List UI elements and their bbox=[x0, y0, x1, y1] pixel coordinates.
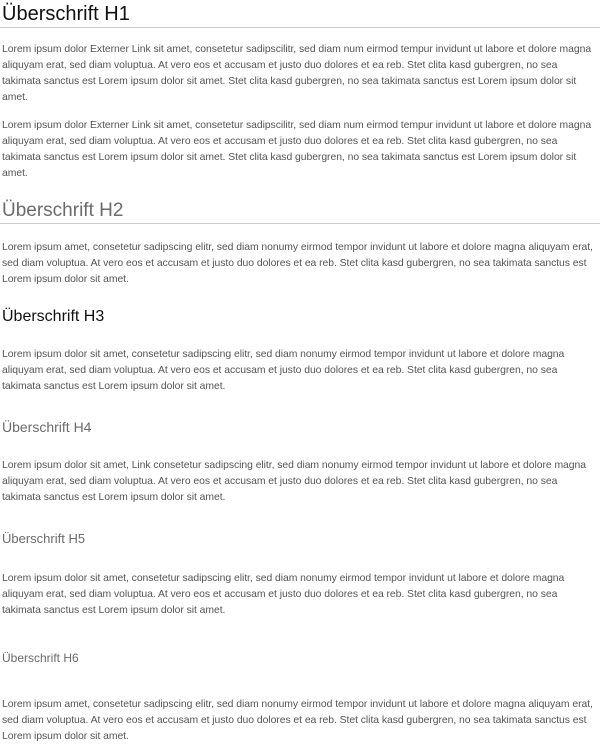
paragraph-7: Lorem ipsum amet, consetetur sadipscing … bbox=[2, 699, 593, 742]
paragraph-6: Lorem ipsum dolor sit amet, consetetur s… bbox=[2, 573, 565, 616]
paragraph-3: Lorem ipsum amet, consetetur sadipscing … bbox=[2, 242, 593, 285]
paragraph-1-text-before: Lorem ipsum dolor bbox=[2, 44, 91, 55]
heading-h5: Überschrift H5 bbox=[2, 531, 86, 546]
heading-h3: Überschrift H3 bbox=[2, 308, 105, 325]
paragraph-2-text-before: Lorem ipsum dolor bbox=[2, 120, 91, 131]
heading-h1: Überschrift H1 bbox=[0, 2, 600, 28]
external-link[interactable]: Externer Link bbox=[90, 120, 151, 131]
inline-link[interactable]: Link bbox=[132, 460, 151, 471]
paragraph-1: Lorem ipsum dolor Externer Link sit amet… bbox=[0, 42, 598, 106]
paragraph-5: Lorem ipsum dolor sit amet, Link consete… bbox=[0, 458, 598, 506]
external-link[interactable]: Externer Link bbox=[90, 44, 151, 55]
paragraph-2: Lorem ipsum dolor Externer Link sit amet… bbox=[0, 118, 598, 182]
paragraph-5-text-before: Lorem ipsum dolor sit amet, bbox=[2, 460, 132, 471]
heading-h2: Überschrift H2 bbox=[0, 199, 600, 224]
paragraph-4: Lorem ipsum dolor sit amet, consetetur s… bbox=[2, 349, 565, 392]
typography-page: Überschrift H1 Lorem ipsum dolor Externe… bbox=[0, 0, 600, 745]
heading-h6: Überschrift H6 bbox=[2, 651, 79, 665]
heading-h4: Überschrift H4 bbox=[2, 419, 92, 435]
